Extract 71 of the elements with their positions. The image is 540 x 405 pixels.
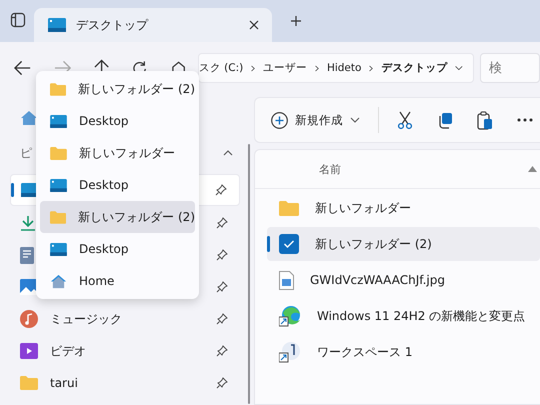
column-header[interactable]: 名前 bbox=[319, 162, 341, 176]
menu-item[interactable]: 新しいフォルダー (2) bbox=[40, 201, 195, 233]
menu-item[interactable]: Desktop bbox=[40, 233, 195, 265]
document-icon bbox=[20, 246, 34, 264]
pin-icon[interactable] bbox=[216, 377, 228, 389]
back-arrow-icon[interactable] bbox=[14, 60, 32, 76]
menu-item[interactable]: Desktop bbox=[40, 169, 195, 201]
pin-icon[interactable] bbox=[216, 345, 228, 357]
scissors-icon[interactable] bbox=[397, 111, 413, 129]
folder-icon bbox=[50, 146, 67, 160]
close-icon[interactable] bbox=[248, 19, 260, 31]
chevron-down-icon bbox=[350, 117, 360, 123]
desktop-icon bbox=[48, 18, 66, 32]
home-icon bbox=[50, 274, 67, 288]
download-icon bbox=[20, 215, 36, 231]
menu-item[interactable]: Home bbox=[40, 265, 195, 297]
chevron-up-icon[interactable] bbox=[223, 150, 233, 156]
sidebar-label: ミュージック bbox=[50, 310, 122, 328]
breadcrumb-segment[interactable]: ユーザー bbox=[263, 61, 308, 75]
breadcrumb-segment[interactable]: Hideto bbox=[326, 62, 362, 74]
file-name: 新しいフォルダー (2) bbox=[315, 236, 432, 252]
browser-shortcut-icon bbox=[279, 305, 301, 327]
pin-icon[interactable] bbox=[216, 217, 228, 229]
plus-circle-icon bbox=[271, 112, 288, 128]
desktop-icon bbox=[50, 242, 67, 256]
pin-icon[interactable] bbox=[215, 184, 227, 196]
breadcrumb-segment[interactable]: デスクトップ bbox=[381, 61, 448, 75]
menu-item[interactable]: 新しいフォルダー (2) bbox=[40, 73, 195, 105]
image-file-icon bbox=[279, 270, 294, 290]
section-header: ピ bbox=[20, 144, 32, 162]
file-row[interactable]: GWIdVczWAAAChJf.jpg bbox=[267, 263, 540, 297]
pin-icon[interactable] bbox=[216, 281, 228, 293]
menu-item[interactable]: Desktop bbox=[40, 105, 195, 137]
file-row[interactable]: 新しいフォルダー bbox=[267, 191, 540, 225]
folder-icon bbox=[50, 82, 66, 96]
file-name: GWIdVczWAAAChJf.jpg bbox=[310, 273, 445, 287]
copy-icon[interactable] bbox=[437, 112, 453, 128]
pin-icon[interactable] bbox=[216, 313, 228, 325]
address-bar[interactable]: スク (C:) ユーザー Hideto デスクトップ bbox=[198, 53, 474, 83]
sidebar-item[interactable]: ビデオ bbox=[10, 336, 240, 366]
sort-arrow-icon bbox=[528, 166, 537, 172]
sidebar-item[interactable]: tarui bbox=[10, 368, 240, 398]
folder-icon bbox=[50, 210, 66, 224]
breadcrumb-segment[interactable]: スク (C:) bbox=[198, 61, 244, 75]
file-name: Windows 11 24H2 の新機能と変更点 bbox=[317, 308, 526, 324]
file-row[interactable]: ワークスペース 1 bbox=[267, 335, 540, 369]
new-button[interactable]: 新規作成 bbox=[271, 112, 360, 128]
desktop-icon bbox=[50, 114, 67, 128]
file-row[interactable]: 新しいフォルダー (2) bbox=[267, 227, 540, 261]
sidebar-label: tarui bbox=[50, 376, 78, 390]
sidebar-item[interactable]: ミュージック bbox=[10, 304, 240, 334]
more-icon[interactable] bbox=[517, 118, 533, 122]
add-tab-icon[interactable] bbox=[290, 15, 302, 27]
window-tab[interactable]: デスクトップ bbox=[34, 8, 272, 42]
video-icon bbox=[20, 343, 38, 359]
clipboard-icon[interactable] bbox=[477, 110, 493, 130]
file-name: 新しいフォルダー bbox=[315, 200, 411, 216]
menu-item[interactable]: 新しいフォルダー bbox=[40, 137, 195, 169]
music-icon bbox=[20, 310, 38, 328]
desktop-icon bbox=[50, 178, 67, 192]
folder-icon bbox=[279, 200, 299, 216]
chevron-down-icon[interactable] bbox=[455, 64, 464, 72]
file-name: ワークスペース 1 bbox=[317, 344, 412, 360]
tab-overview-icon[interactable] bbox=[10, 12, 26, 28]
search-field[interactable]: 検 bbox=[480, 53, 540, 83]
workspace-shortcut-icon bbox=[279, 341, 301, 363]
file-row[interactable]: Windows 11 24H2 の新機能と変更点 bbox=[267, 299, 540, 333]
pin-icon[interactable] bbox=[216, 249, 228, 261]
checkbox-icon[interactable] bbox=[279, 234, 299, 254]
folder-icon bbox=[20, 376, 38, 390]
sidebar-label: ビデオ bbox=[50, 342, 86, 360]
